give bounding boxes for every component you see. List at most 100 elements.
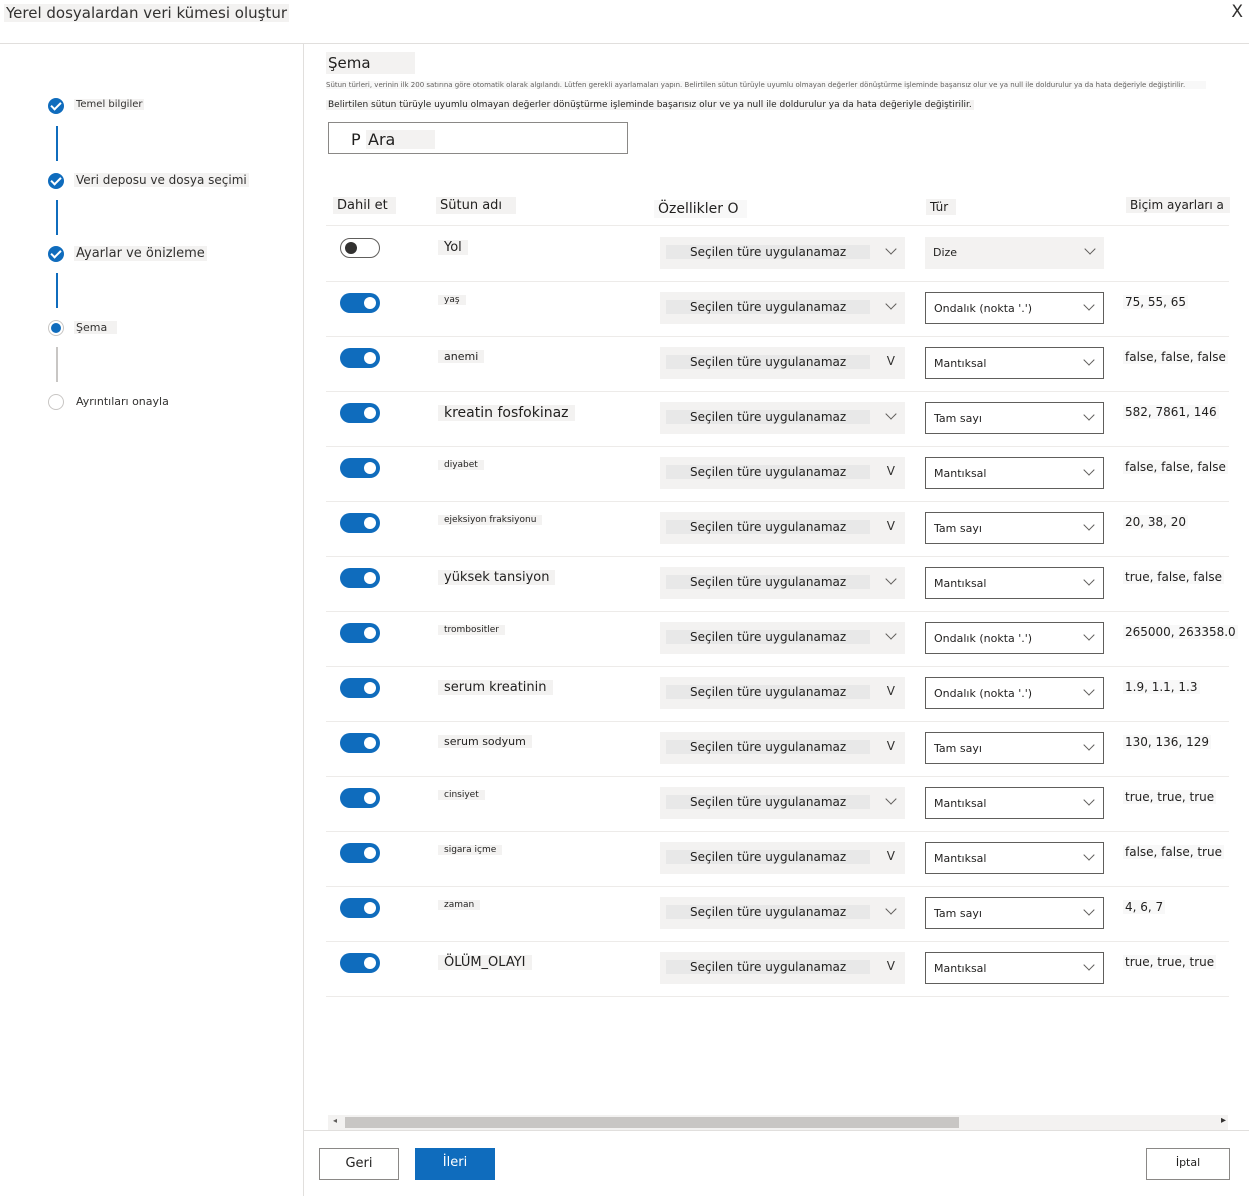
- properties-dropdown[interactable]: Seçilen türe uygulanamaz: [660, 402, 905, 434]
- scroll-left-icon[interactable]: ◂: [333, 1116, 337, 1125]
- include-toggle[interactable]: [340, 843, 380, 863]
- table-row: anemi Seçilen türe uygulanamaz V Mantıksal f…: [326, 336, 1229, 392]
- properties-dropdown[interactable]: Seçilen türe uygulanamaz V: [660, 457, 905, 489]
- close-icon[interactable]: X: [1231, 2, 1243, 22]
- type-value: Mantıksal: [934, 852, 987, 865]
- type-value: Tam sayı: [934, 412, 982, 425]
- back-button[interactable]: Geri: [319, 1148, 399, 1180]
- include-toggle[interactable]: [340, 458, 380, 478]
- type-dropdown[interactable]: Tam sayı: [925, 897, 1104, 929]
- table-row: ÖLÜM_OLAYI Seçilen türe uygulanamaz V Mantı…: [326, 941, 1229, 997]
- next-button[interactable]: İleri: [415, 1148, 495, 1180]
- include-toggle[interactable]: [340, 953, 380, 973]
- properties-dropdown[interactable]: Seçilen türe uygulanamaz: [660, 787, 905, 819]
- properties-dropdown[interactable]: Seçilen türe uygulanamaz: [660, 237, 905, 269]
- chevron-down-icon: V: [886, 519, 895, 533]
- header-format: Biçim ayarları a: [1126, 197, 1230, 213]
- column-name: cinsiyet: [438, 790, 485, 800]
- properties-dropdown[interactable]: Seçilen türe uygulanamaz V: [660, 677, 905, 709]
- properties-dropdown[interactable]: Seçilen türe uygulanamaz V: [660, 347, 905, 379]
- scrollbar-thumb[interactable]: [345, 1117, 959, 1128]
- schema-note: Belirtilen sütun türüyle uyumlu olmayan …: [326, 100, 974, 110]
- properties-dropdown[interactable]: Seçilen türe uygulanamaz: [660, 622, 905, 654]
- type-dropdown[interactable]: Ondalık (nokta '.'): [925, 677, 1104, 709]
- column-name: diyabet: [438, 460, 484, 470]
- step-label: Ayarlar ve önizleme: [74, 246, 207, 261]
- properties-dropdown[interactable]: Seçilen türe uygulanamaz: [660, 567, 905, 599]
- properties-dropdown[interactable]: Seçilen türe uygulanamaz V: [660, 732, 905, 764]
- horizontal-scrollbar[interactable]: ◂ ▸: [328, 1115, 1228, 1130]
- column-name: yaş: [438, 295, 466, 305]
- type-dropdown[interactable]: Mantıksal: [925, 787, 1104, 819]
- type-value: Mantıksal: [934, 797, 987, 810]
- table-row: yaş Seçilen türe uygulanamaz Ondalık (nokt…: [326, 281, 1229, 337]
- properties-value: Seçilen türe uygulanamaz: [666, 850, 871, 864]
- properties-value: Seçilen türe uygulanamaz: [666, 740, 871, 754]
- include-toggle[interactable]: [340, 513, 380, 533]
- type-value: Dize: [933, 246, 958, 259]
- step-connector: [56, 126, 58, 161]
- properties-dropdown[interactable]: Seçilen türe uygulanamaz: [660, 897, 905, 929]
- type-dropdown[interactable]: Ondalık (nokta '.'): [925, 292, 1104, 324]
- table-row: ejeksiyon fraksiyonu Seçilen türe uygulan…: [326, 501, 1229, 557]
- column-name: trombositler: [438, 625, 505, 635]
- type-dropdown[interactable]: Tam sayı: [925, 732, 1104, 764]
- include-toggle[interactable]: [340, 623, 380, 643]
- type-dropdown[interactable]: Dize: [925, 237, 1104, 269]
- include-toggle[interactable]: [340, 348, 380, 368]
- properties-value: Seçilen türe uygulanamaz: [666, 685, 871, 699]
- step-label: Veri deposu ve dosya seçimi: [74, 173, 249, 187]
- type-dropdown[interactable]: Mantıksal: [925, 567, 1104, 599]
- scroll-right-icon[interactable]: ▸: [1221, 1115, 1226, 1126]
- step-label: Şema: [74, 321, 118, 334]
- type-dropdown[interactable]: Mantıksal: [925, 457, 1104, 489]
- checkmark-icon: [48, 98, 64, 114]
- type-dropdown[interactable]: Mantıksal: [925, 347, 1104, 379]
- include-toggle[interactable]: [340, 238, 380, 258]
- properties-value: Seçilen türe uygulanamaz: [666, 465, 871, 479]
- properties-dropdown[interactable]: Seçilen türe uygulanamaz V: [660, 512, 905, 544]
- chevron-down-icon: V: [886, 684, 895, 698]
- type-dropdown[interactable]: Mantıksal: [925, 952, 1104, 984]
- properties-value: Seçilen türe uygulanamaz: [666, 630, 871, 644]
- include-toggle[interactable]: [340, 788, 380, 808]
- column-name: yüksek tansiyon: [438, 570, 556, 585]
- window-title: Yerel dosyalardan veri kümesi oluştur: [4, 4, 289, 22]
- type-value: Ondalık (nokta '.'): [934, 687, 1033, 700]
- include-toggle[interactable]: [340, 898, 380, 918]
- format-preview: true, true, true: [1123, 790, 1217, 804]
- include-toggle[interactable]: [340, 293, 380, 313]
- type-dropdown[interactable]: Tam sayı: [925, 402, 1104, 434]
- footer: Geri İleri İptal: [304, 1130, 1249, 1197]
- include-toggle[interactable]: [340, 733, 380, 753]
- type-value: Tam sayı: [934, 522, 982, 535]
- cancel-button[interactable]: İptal: [1146, 1148, 1230, 1180]
- chevron-down-icon: [1083, 684, 1095, 696]
- header-properties: Özellikler O: [654, 200, 747, 218]
- format-preview: true, true, true: [1123, 955, 1217, 969]
- table-row: cinsiyet Seçilen türe uygulanamaz Mantıksa…: [326, 776, 1229, 832]
- table-row: serum kreatinin Seçilen türe uygulanamaz V…: [326, 666, 1229, 722]
- properties-dropdown[interactable]: Seçilen türe uygulanamaz V: [660, 952, 905, 984]
- column-name: anemi: [438, 350, 485, 363]
- type-dropdown[interactable]: Tam sayı: [925, 512, 1104, 544]
- chevron-down-icon: [1083, 849, 1095, 861]
- include-toggle[interactable]: [340, 568, 380, 588]
- properties-dropdown[interactable]: Seçilen türe uygulanamaz: [660, 292, 905, 324]
- include-toggle[interactable]: [340, 403, 380, 423]
- checkmark-icon: [48, 246, 64, 262]
- search-input[interactable]: P Ara: [328, 122, 628, 154]
- type-value: Ondalık (nokta '.'): [934, 302, 1033, 315]
- format-preview: false, false, true: [1123, 845, 1224, 859]
- step-label: Ayrıntıları onayla: [76, 395, 169, 408]
- chevron-down-icon: [1083, 354, 1095, 366]
- column-name: ÖLÜM_OLAYI: [438, 955, 532, 970]
- type-value: Mantıksal: [934, 577, 987, 590]
- type-dropdown[interactable]: Ondalık (nokta '.'): [925, 622, 1104, 654]
- properties-dropdown[interactable]: Seçilen türe uygulanamaz V: [660, 842, 905, 874]
- format-preview: 582, 7861, 146: [1123, 405, 1219, 419]
- type-dropdown[interactable]: Mantıksal: [925, 842, 1104, 874]
- wizard-steps: Temel bilgiler Veri deposu ve dosya seçi…: [0, 44, 304, 1196]
- include-toggle[interactable]: [340, 678, 380, 698]
- chevron-down-icon: V: [886, 354, 895, 368]
